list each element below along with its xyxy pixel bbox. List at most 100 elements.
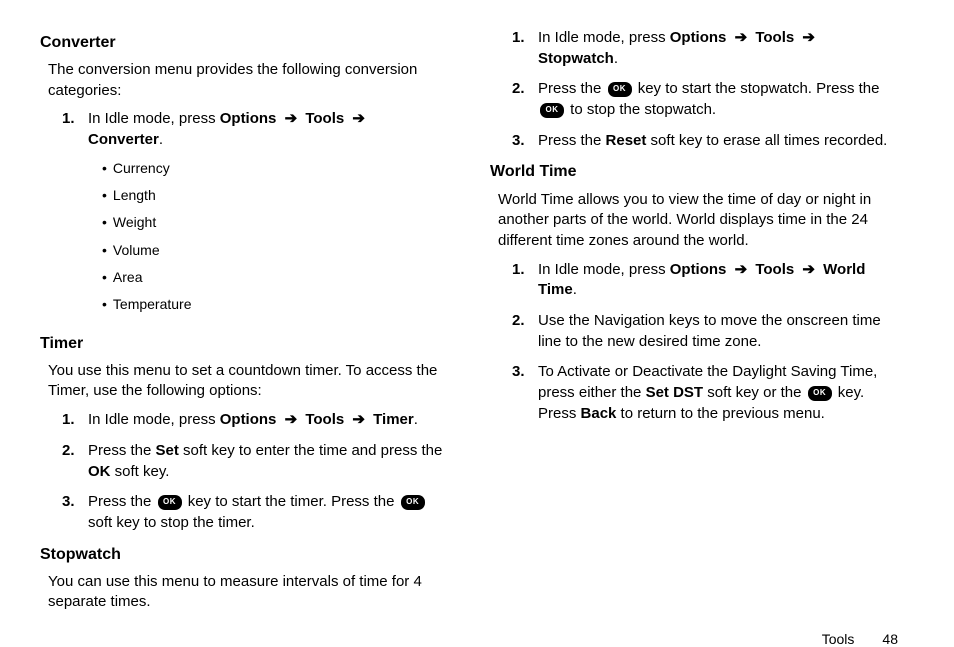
t: soft key to stop the timer. [88,514,255,531]
reset-label: Reset [606,132,647,149]
t: key to start the timer. Press the [184,493,399,510]
options-label: Options [670,29,727,46]
step-body: Use the Navigation keys to move the onsc… [538,311,898,352]
step-number: 1. [512,28,538,69]
step-body: Press the OK key to start the timer. Pre… [88,492,448,533]
t: to return to the previous menu. [616,405,824,422]
step-body: Press the Reset soft key to erase all ti… [538,131,898,152]
step-number: 3. [62,492,88,533]
stopwatch-step-1: 1. In Idle mode, press Options ➔ Tools ➔… [512,28,898,69]
t: In Idle mode, press [538,29,670,46]
ok-key-icon: OK [608,82,632,97]
step-body: To Activate or Deactivate the Daylight S… [538,362,898,424]
t: In Idle mode, press [88,110,220,127]
bullet-weight: Weight [102,213,448,232]
t: In Idle mode, press [538,261,670,278]
ok-key-icon: OK [808,386,832,401]
step-body: In Idle mode, press Options ➔ Tools ➔ Ti… [88,410,448,431]
arrow-icon: ➔ [735,260,748,281]
t: soft key or the [703,384,806,401]
stopwatch-intro: You can use this menu to measure interva… [48,572,448,613]
heading-stopwatch: Stopwatch [40,544,448,566]
world-step-2: 2. Use the Navigation keys to move the o… [512,311,898,352]
arrow-icon: ➔ [735,28,748,49]
step-body: In Idle mode, press Options ➔ Tools ➔ St… [538,28,898,69]
step-body: Press the Set soft key to enter the time… [88,441,448,482]
arrow-icon: ➔ [802,260,815,281]
arrow-icon: ➔ [352,410,365,431]
back-label: Back [581,405,617,422]
right-column: 1. In Idle mode, press Options ➔ Tools ➔… [490,28,898,621]
footer-page-number: 48 [882,631,898,647]
converter-step-1: 1. In Idle mode, press Options ➔ Tools ➔… [62,109,448,322]
footer-section: Tools [822,631,855,647]
timer-step-2: 2. Press the Set soft key to enter the t… [62,441,448,482]
timer-intro: You use this menu to set a countdown tim… [48,361,448,402]
stopwatch-steps: 1. In Idle mode, press Options ➔ Tools ➔… [512,28,898,151]
t: . [414,411,418,428]
step-number: 1. [512,260,538,301]
t: soft key. [111,463,170,480]
converter-steps: 1. In Idle mode, press Options ➔ Tools ➔… [62,109,448,322]
left-column: Converter The conversion menu provides t… [40,28,448,621]
set-label: Set [156,442,179,459]
set-dst-label: Set DST [646,384,704,401]
bullet-area: Area [102,268,448,287]
options-label: Options [670,261,727,278]
t: key to start the stopwatch. Press the [634,80,880,97]
timer-steps: 1. In Idle mode, press Options ➔ Tools ➔… [62,410,448,533]
step-body: In Idle mode, press Options ➔ Tools ➔ Co… [88,109,448,322]
t: Press the [538,132,606,149]
arrow-icon: ➔ [285,410,298,431]
stopwatch-step-3: 3. Press the Reset soft key to erase all… [512,131,898,152]
arrow-icon: ➔ [802,28,815,49]
stopwatch-step-2: 2. Press the OK key to start the stopwat… [512,79,898,120]
options-label: Options [220,411,277,428]
tools-label: Tools [755,29,794,46]
columns: Converter The conversion menu provides t… [40,28,898,621]
world-time-intro: World Time allows you to view the time o… [498,190,898,252]
step-body: Press the OK key to start the stopwatch.… [538,79,898,120]
t: . [614,50,618,67]
tools-label: Tools [305,411,344,428]
step-number: 2. [62,441,88,482]
tools-label: Tools [305,110,344,127]
bullet-volume: Volume [102,241,448,260]
t: soft key to erase all times recorded. [646,132,887,149]
ok-label: OK [88,463,111,480]
page: Converter The conversion menu provides t… [0,0,954,636]
page-footer: Tools 48 [40,621,898,647]
step-number: 2. [512,311,538,352]
ok-key-icon: OK [540,103,564,118]
t: Press the [88,442,156,459]
options-label: Options [220,110,277,127]
dest-label: Timer [373,411,414,428]
heading-timer: Timer [40,333,448,355]
ok-key-icon: OK [401,495,425,510]
step-number: 3. [512,131,538,152]
bullet-length: Length [102,186,448,205]
ok-key-icon: OK [158,495,182,510]
t: . [573,281,577,298]
world-step-3: 3. To Activate or Deactivate the Dayligh… [512,362,898,424]
step-number: 1. [62,109,88,322]
bullet-currency: Currency [102,159,448,178]
tools-label: Tools [755,261,794,278]
step-body: In Idle mode, press Options ➔ Tools ➔ Wo… [538,260,898,301]
dest-label: Stopwatch [538,50,614,67]
t: Press the [538,80,606,97]
world-time-steps: 1. In Idle mode, press Options ➔ Tools ➔… [512,260,898,425]
converter-intro: The conversion menu provides the followi… [48,60,448,101]
arrow-icon: ➔ [285,109,298,130]
world-step-1: 1. In Idle mode, press Options ➔ Tools ➔… [512,260,898,301]
step-number: 1. [62,410,88,431]
heading-world-time: World Time [490,161,898,183]
dest-label: Converter [88,131,159,148]
t: . [159,131,163,148]
step-number: 3. [512,362,538,424]
step-number: 2. [512,79,538,120]
heading-converter: Converter [40,32,448,54]
t: Press the [88,493,156,510]
t: to stop the stopwatch. [566,101,716,118]
timer-step-3: 3. Press the OK key to start the timer. … [62,492,448,533]
